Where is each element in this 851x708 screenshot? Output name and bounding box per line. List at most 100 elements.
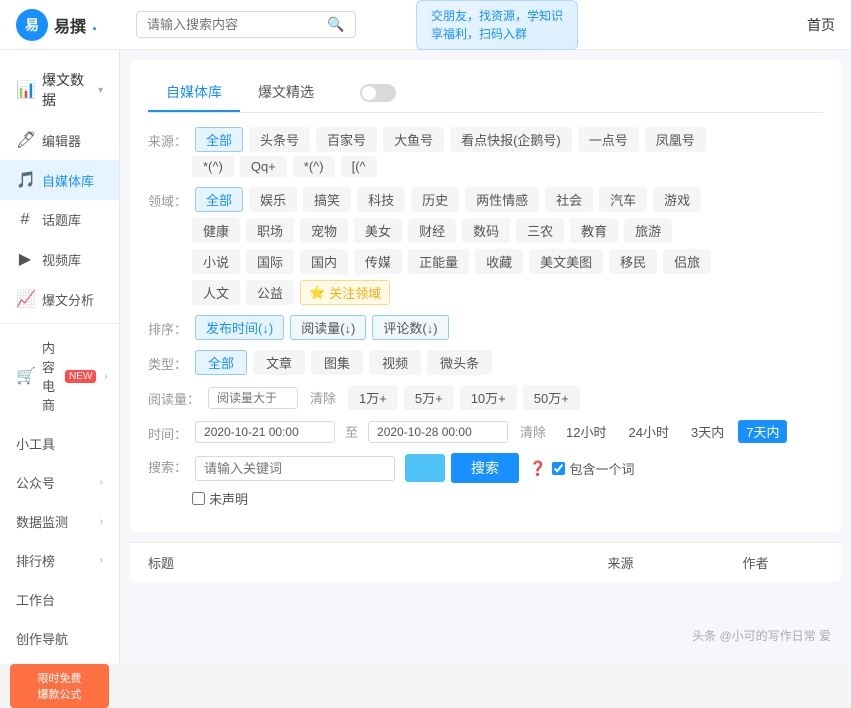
read-1wan[interactable]: 1万+ xyxy=(348,385,398,410)
read-clear-btn[interactable]: 清除 xyxy=(304,386,342,409)
header-search-input[interactable] xyxy=(147,17,327,32)
source-misc1[interactable]: *(^) xyxy=(192,156,234,177)
domain-qiche[interactable]: 汽车 xyxy=(599,187,647,212)
source-qq[interactable]: Qq+ xyxy=(240,156,287,177)
toggle-switch[interactable] xyxy=(360,84,396,102)
domain-renwen[interactable]: 人文 xyxy=(192,280,240,305)
domain-yule[interactable]: 娱乐 xyxy=(249,187,297,212)
sidebar-item-bao-wen-fx[interactable]: 📈 爆文分析 xyxy=(0,279,119,319)
nav-home[interactable]: 首页 xyxy=(807,15,835,35)
read-10wan[interactable]: 10万+ xyxy=(460,385,517,410)
sidebar-item-shu-ju[interactable]: 数据监测 › xyxy=(0,502,119,541)
sort-publish-time[interactable]: 发布时间(↓) xyxy=(195,315,284,340)
read-count-input[interactable] xyxy=(208,387,298,409)
source-kandian[interactable]: 看点快报(企鹅号) xyxy=(450,127,572,152)
domain-caijing[interactable]: 财经 xyxy=(408,218,456,243)
domain-jiaoyu[interactable]: 教育 xyxy=(570,218,618,243)
type-article[interactable]: 文章 xyxy=(253,350,305,375)
help-icon[interactable]: ❓ xyxy=(529,460,546,477)
sidebar-item-label: 自媒体库 xyxy=(42,171,94,190)
type-all[interactable]: 全部 xyxy=(195,350,247,375)
tab-zi-mei[interactable]: 自媒体库 xyxy=(148,74,240,112)
domain-youxi[interactable]: 游戏 xyxy=(653,187,701,212)
include-one-word-label[interactable]: 包含一个词 xyxy=(552,459,634,478)
domain-guonei[interactable]: 国内 xyxy=(300,249,348,274)
domain-zhengneng[interactable]: 正能量 xyxy=(408,249,469,274)
sidebar-item-editor[interactable]: 🖊 编辑器 xyxy=(0,120,119,160)
time-24h[interactable]: 24小时 xyxy=(621,420,677,443)
logo: 易 易撰 . xyxy=(16,9,136,41)
domain-meinv[interactable]: 美女 xyxy=(354,218,402,243)
include-one-word-checkbox[interactable] xyxy=(552,462,565,475)
domain-lvyou[interactable]: 旅游 xyxy=(624,218,672,243)
domain-lishi[interactable]: 历史 xyxy=(411,187,459,212)
media-icon: 🎵 xyxy=(16,170,34,190)
time-end-input[interactable] xyxy=(368,421,508,443)
sidebar-item-pai-hang[interactable]: 排行榜 › xyxy=(0,541,119,580)
sidebar-item-gong-zhong[interactable]: 公众号 › xyxy=(0,463,119,502)
domain-meiwen[interactable]: 美文美图 xyxy=(529,249,603,274)
sidebar-item-zi-mei[interactable]: 🎵 自媒体库 xyxy=(0,160,119,200)
source-toutiao[interactable]: 头条号 xyxy=(249,127,310,152)
domain-gaoxiao[interactable]: 搞笑 xyxy=(303,187,351,212)
sort-comment-count[interactable]: 评论数(↓) xyxy=(372,315,448,340)
domain-all[interactable]: 全部 xyxy=(195,187,243,212)
domain-lianxing[interactable]: 两性情感 xyxy=(465,187,539,212)
read-filter-row: 阅读量： 清除 1万+ 5万+ 10万+ 50万+ xyxy=(148,385,823,410)
source-misc3[interactable]: [(^ xyxy=(341,156,377,177)
sidebar-item-nei-rong[interactable]: 🛒 内容电商 NEW › xyxy=(0,328,119,424)
domain-guoji[interactable]: 国际 xyxy=(246,249,294,274)
type-video[interactable]: 视频 xyxy=(369,350,421,375)
tab-bao-wen[interactable]: 爆文精选 xyxy=(240,74,332,112)
domain-yimin[interactable]: 移民 xyxy=(609,249,657,274)
domain-sannong[interactable]: 三农 xyxy=(516,218,564,243)
source-yidianhao[interactable]: 一点号 xyxy=(578,127,639,152)
source-misc2[interactable]: *(^) xyxy=(293,156,335,177)
time-3d[interactable]: 3天内 xyxy=(683,420,732,443)
search-blue-box[interactable] xyxy=(405,454,445,482)
sidebar-item-shi-pin[interactable]: ▶ 视频库 xyxy=(0,239,119,279)
time-12h[interactable]: 12小时 xyxy=(558,420,614,443)
domain-zhichang[interactable]: 职场 xyxy=(246,218,294,243)
type-micro[interactable]: 微头条 xyxy=(427,350,492,375)
sidebar-item-bao-wen-data[interactable]: 📊 爆文数据 ▾ xyxy=(0,60,119,120)
domain-shuma[interactable]: 数码 xyxy=(462,218,510,243)
domain-jiankang[interactable]: 健康 xyxy=(192,218,240,243)
sort-read-count[interactable]: 阅读量(↓) xyxy=(290,315,366,340)
source-all[interactable]: 全部 xyxy=(195,127,243,152)
search-button[interactable]: 搜索 xyxy=(451,453,519,483)
time-clear-btn[interactable]: 清除 xyxy=(514,420,552,443)
domain-lv[interactable]: 侣旅 xyxy=(663,249,711,274)
sidebar-item-gong-zuo[interactable]: 工作台 xyxy=(0,580,119,619)
content-card: 自媒体库 爆文精选 来源： 全部 头条号 百家号 大鱼号 看点快报( xyxy=(130,60,841,532)
read-5wan[interactable]: 5万+ xyxy=(404,385,454,410)
focus-domain-btn[interactable]: ⭐ 关注领域 xyxy=(300,280,390,305)
domain-keji[interactable]: 科技 xyxy=(357,187,405,212)
time-start-input[interactable] xyxy=(195,421,335,443)
sidebar-item-label: 话题库 xyxy=(42,210,81,229)
sidebar-promo[interactable]: 限时免费 爆款公式 xyxy=(10,664,109,708)
domain-chongwu[interactable]: 宠物 xyxy=(300,218,348,243)
simple-mode-toggle[interactable] xyxy=(352,84,396,102)
domain-gongyi[interactable]: 公益 xyxy=(246,280,294,305)
domain-chuanmei[interactable]: 传媒 xyxy=(354,249,402,274)
domain-shoucang[interactable]: 收藏 xyxy=(475,249,523,274)
type-gallery[interactable]: 图集 xyxy=(311,350,363,375)
header-search-bar[interactable]: 🔍 xyxy=(136,11,356,38)
sidebar-item-chuan-zuo[interactable]: 创作导航 xyxy=(0,619,119,658)
domain-options3: 小说 国际 国内 传媒 正能量 收藏 美文美图 移民 侣旅 xyxy=(192,249,711,274)
unannounced-checkbox[interactable] xyxy=(192,492,205,505)
sidebar-item-hua-ti[interactable]: # 话题库 xyxy=(0,200,119,239)
read-50wan[interactable]: 50万+ xyxy=(523,385,580,410)
chart-icon: 📊 xyxy=(16,80,34,100)
sidebar-item-xiao-gong[interactable]: 小工具 xyxy=(0,424,119,463)
search-keyword-input[interactable] xyxy=(195,456,395,481)
source-dayuhao[interactable]: 大鱼号 xyxy=(383,127,444,152)
domain-shehui[interactable]: 社会 xyxy=(545,187,593,212)
source-fenghuang[interactable]: 凤凰号 xyxy=(645,127,706,152)
source-baijiahao[interactable]: 百家号 xyxy=(316,127,377,152)
time-7d[interactable]: 7天内 xyxy=(738,420,787,443)
include-one-word-text: 包含一个词 xyxy=(569,459,634,478)
domain-xiaoshuo[interactable]: 小说 xyxy=(192,249,240,274)
unannounced-label[interactable]: 未声明 xyxy=(192,489,248,508)
